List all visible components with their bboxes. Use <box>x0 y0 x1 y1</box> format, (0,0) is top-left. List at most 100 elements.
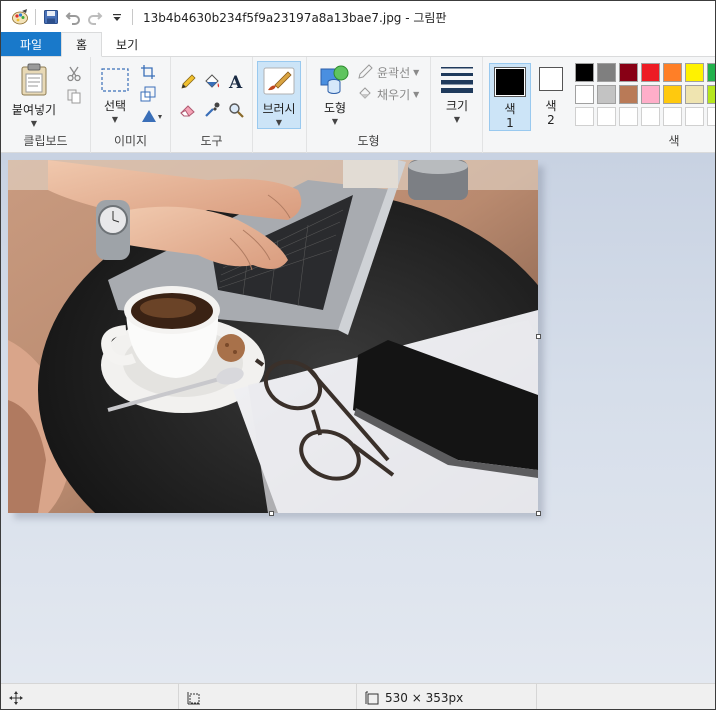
palette-color-swatch[interactable] <box>663 85 682 104</box>
brushes-group: 브러시 ▼ <box>253 57 307 153</box>
shapes-group: 도형 ▼ 윤곽선 ▼ 채우기 ▼ 도형 <box>307 57 431 153</box>
quick-access-toolbar <box>1 1 137 33</box>
canvas-workspace[interactable] <box>1 153 715 683</box>
shapes-button[interactable]: 도형 ▼ <box>313 63 357 126</box>
palette-color-swatch[interactable] <box>619 85 638 104</box>
color2-number: 2 <box>547 113 555 127</box>
palette-custom-swatch[interactable] <box>707 107 715 126</box>
colors-group-label: 색 <box>668 134 680 148</box>
tab-home[interactable]: 홈 <box>61 32 103 57</box>
color2-button[interactable]: 색 2 <box>533 67 569 131</box>
ribbon: 붙여넣기 ▼ 클립보드 선택 ▼ 이미지 A 도구 브러시 ▼ 도형 ▼ 윤곽선… <box>1 57 715 153</box>
save-icon[interactable] <box>40 6 62 28</box>
chevron-down-icon: ▼ <box>30 119 38 128</box>
paste-label: 붙여넣기 <box>11 103 57 117</box>
fill-bucket-small-icon <box>355 85 375 103</box>
canvas-image[interactable] <box>8 160 538 513</box>
resize-icon[interactable] <box>137 83 159 105</box>
palette-color-swatch[interactable] <box>685 85 704 104</box>
palette-color-swatch[interactable] <box>663 63 682 82</box>
fill-bucket-icon[interactable] <box>201 71 223 93</box>
resize-handle-right[interactable] <box>536 334 541 339</box>
color-picker-icon[interactable] <box>201 99 223 121</box>
chevron-down-icon: ▼ <box>275 118 283 127</box>
image-size-icon <box>363 689 381 707</box>
color2-swatch <box>539 67 563 91</box>
tools-group-label: 도구 <box>200 134 223 148</box>
paint-app-icon[interactable] <box>9 6 31 28</box>
title-bar: 13b4b4630b234f5f9a23197a8a13bae7.jpg - 그… <box>1 1 715 33</box>
palette-color-swatch[interactable] <box>575 63 594 82</box>
text-icon[interactable]: A <box>225 71 247 93</box>
rotate-icon[interactable] <box>137 105 167 127</box>
select-label: 선택 <box>103 99 127 113</box>
eraser-icon[interactable] <box>177 99 199 121</box>
palette-color-swatch[interactable] <box>707 85 715 104</box>
cut-icon[interactable] <box>63 63 85 85</box>
undo-icon[interactable] <box>62 6 84 28</box>
palette-color-swatch[interactable] <box>597 85 616 104</box>
tab-file[interactable]: 파일 <box>1 32 61 56</box>
palette-custom-swatch[interactable] <box>619 107 638 126</box>
outline-pencil-icon <box>355 63 375 81</box>
palette-color-swatch[interactable] <box>597 63 616 82</box>
size-button[interactable]: 크기 ▼ <box>437 65 477 124</box>
select-icon <box>101 68 129 92</box>
size-label: 크기 <box>445 99 469 113</box>
palette-custom-swatch[interactable] <box>597 107 616 126</box>
color1-fill <box>496 69 524 95</box>
magnifier-icon[interactable] <box>225 99 247 121</box>
customize-quick-access-icon[interactable] <box>106 6 128 28</box>
outline-label: 윤곽선 <box>377 65 411 80</box>
select-button[interactable]: 선택 ▼ <box>97 67 133 124</box>
palette-color-swatch[interactable] <box>619 63 638 82</box>
outline-button[interactable]: 윤곽선 ▼ <box>355 63 419 81</box>
resize-handle-corner[interactable] <box>536 511 541 516</box>
selection-size-icon <box>185 689 203 707</box>
image-size-cell: 530 × 353px <box>357 684 537 709</box>
separator <box>132 9 133 25</box>
clipboard-group-label: 클립보드 <box>23 134 68 148</box>
shapes-label: 도형 <box>323 101 347 115</box>
separator <box>35 9 36 25</box>
colors-group: 색 <box>571 57 715 153</box>
window-title: 13b4b4630b234f5f9a23197a8a13bae7.jpg - 그… <box>143 10 447 25</box>
palette-custom-swatch[interactable] <box>685 107 704 126</box>
palette-custom-swatch[interactable] <box>641 107 660 126</box>
palette-color-swatch[interactable] <box>575 85 594 104</box>
fill-button[interactable]: 채우기 ▼ <box>355 85 419 103</box>
palette-color-swatch[interactable] <box>685 63 704 82</box>
tools-group: A 도구 <box>171 57 253 153</box>
brush-icon <box>263 67 295 95</box>
chevron-down-icon: ▼ <box>413 89 420 99</box>
size-group: 크기 ▼ <box>431 57 483 153</box>
color2-fill <box>540 68 562 90</box>
color1-number: 1 <box>506 116 514 130</box>
color1-button[interactable]: 색 1 <box>489 63 531 131</box>
color2-label: 색 <box>545 99 557 113</box>
chevron-down-icon: ▼ <box>111 115 119 124</box>
color1-label: 색 <box>504 102 516 116</box>
color1-swatch <box>494 67 526 97</box>
image-size-value: 530 × 353px <box>385 690 464 705</box>
palette-color-swatch[interactable] <box>641 63 660 82</box>
copy-icon[interactable] <box>63 85 85 107</box>
palette-color-swatch[interactable] <box>641 85 660 104</box>
tab-view[interactable]: 보기 <box>102 32 152 56</box>
image-group-label: 이미지 <box>113 134 148 148</box>
palette-custom-swatch[interactable] <box>663 107 682 126</box>
chevron-down-icon: ▼ <box>453 115 461 124</box>
shapes-icon <box>320 65 349 94</box>
cursor-position-cell <box>1 684 179 709</box>
palette-custom-swatch[interactable] <box>575 107 594 126</box>
resize-handle-bottom[interactable] <box>269 511 274 516</box>
paste-button[interactable]: 붙여넣기 ▼ <box>9 63 59 128</box>
pencil-icon[interactable] <box>177 71 199 93</box>
crop-icon[interactable] <box>137 61 159 83</box>
image-group: 선택 ▼ 이미지 <box>91 57 171 153</box>
brushes-button[interactable]: 브러시 ▼ <box>257 61 301 129</box>
file-size-cell <box>537 684 715 709</box>
clipboard-group: 붙여넣기 ▼ 클립보드 <box>1 57 91 153</box>
redo-icon[interactable] <box>84 6 106 28</box>
palette-color-swatch[interactable] <box>707 63 715 82</box>
